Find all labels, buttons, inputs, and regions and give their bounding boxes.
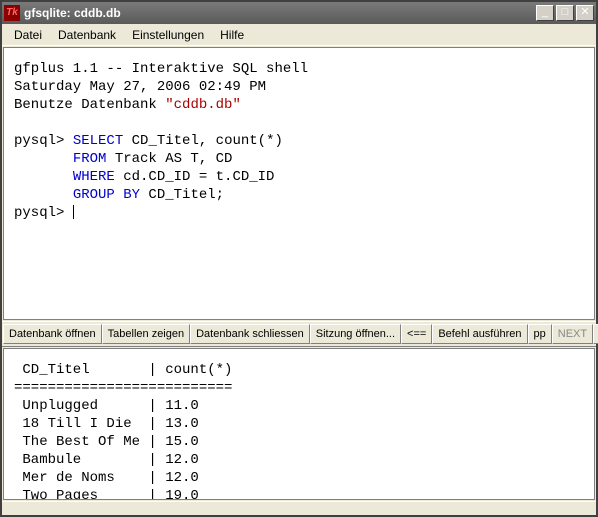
prompt: pysql> (14, 205, 64, 221)
sql-keyword: WHERE (73, 169, 115, 185)
result-row: Mer de Noms | 12.0 (14, 470, 207, 486)
maximize-button[interactable]: □ (556, 5, 574, 21)
sql-text: Track AS T, CD (106, 151, 232, 167)
sql-keyword: SELECT (73, 133, 123, 149)
prompt: pysql> (14, 133, 64, 149)
forward-button[interactable]: ==> (593, 324, 598, 344)
pp-button[interactable]: pp (528, 324, 552, 344)
show-tables-button[interactable]: Tabellen zeigen (102, 324, 190, 344)
minimize-button[interactable]: _ (536, 5, 554, 21)
close-db-button[interactable]: Datenbank schliessen (190, 324, 310, 344)
sql-console[interactable]: gfplus 1.1 -- Interaktive SQL shell Satu… (3, 47, 595, 320)
result-row: Two Pages | 19.0 (14, 488, 207, 500)
sql-text: CD_Titel, count(*) (123, 133, 283, 149)
menu-einstellungen[interactable]: Einstellungen (124, 25, 212, 44)
main-window: Tk gfsqlite: cddb.db _ □ ✕ Datei Datenba… (0, 0, 598, 517)
result-row: Bambule | 12.0 (14, 452, 207, 468)
result-row: 18 Till I Die | 13.0 (14, 416, 207, 432)
sql-text: CD_Titel; (140, 187, 224, 203)
console-line: gfplus 1.1 -- Interaktive SQL shell (14, 61, 308, 77)
execute-button[interactable]: Befehl ausführen (432, 324, 527, 344)
text-cursor (73, 205, 74, 219)
menu-datenbank[interactable]: Datenbank (50, 25, 124, 44)
result-header: CD_Titel | count(*) (14, 362, 241, 378)
titlebar[interactable]: Tk gfsqlite: cddb.db _ □ ✕ (2, 2, 596, 24)
open-db-button[interactable]: Datenbank öffnen (3, 324, 102, 344)
menu-datei[interactable]: Datei (6, 25, 50, 44)
result-row: The Best Of Me | 15.0 (14, 434, 207, 450)
sql-keyword: GROUP BY (73, 187, 140, 203)
menu-hilfe[interactable]: Hilfe (212, 25, 252, 44)
menubar: Datei Datenbank Einstellungen Hilfe (2, 24, 596, 46)
results-pane[interactable]: CD_Titel | count(*) ====================… (3, 348, 595, 500)
close-button[interactable]: ✕ (576, 5, 594, 21)
sql-text: cd.CD_ID = t.CD_ID (115, 169, 275, 185)
console-line: Saturday May 27, 2006 02:49 PM (14, 79, 266, 95)
open-session-button[interactable]: Sitzung öffnen... (310, 324, 401, 344)
console-line: Benutze Datenbank (14, 97, 165, 113)
toolbar: Datenbank öffnen Tabellen zeigen Datenba… (2, 321, 596, 347)
result-separator: ========================== (14, 380, 232, 396)
window-title: gfsqlite: cddb.db (24, 6, 536, 20)
db-name: "cddb.db" (165, 97, 241, 113)
app-icon: Tk (4, 5, 20, 21)
sql-keyword: FROM (73, 151, 107, 167)
prev-button[interactable]: <== (401, 324, 432, 344)
window-controls: _ □ ✕ (536, 5, 594, 21)
status-bar (2, 501, 596, 515)
result-row: Unplugged | 11.0 (14, 398, 207, 414)
next-button[interactable]: NEXT (552, 324, 593, 344)
